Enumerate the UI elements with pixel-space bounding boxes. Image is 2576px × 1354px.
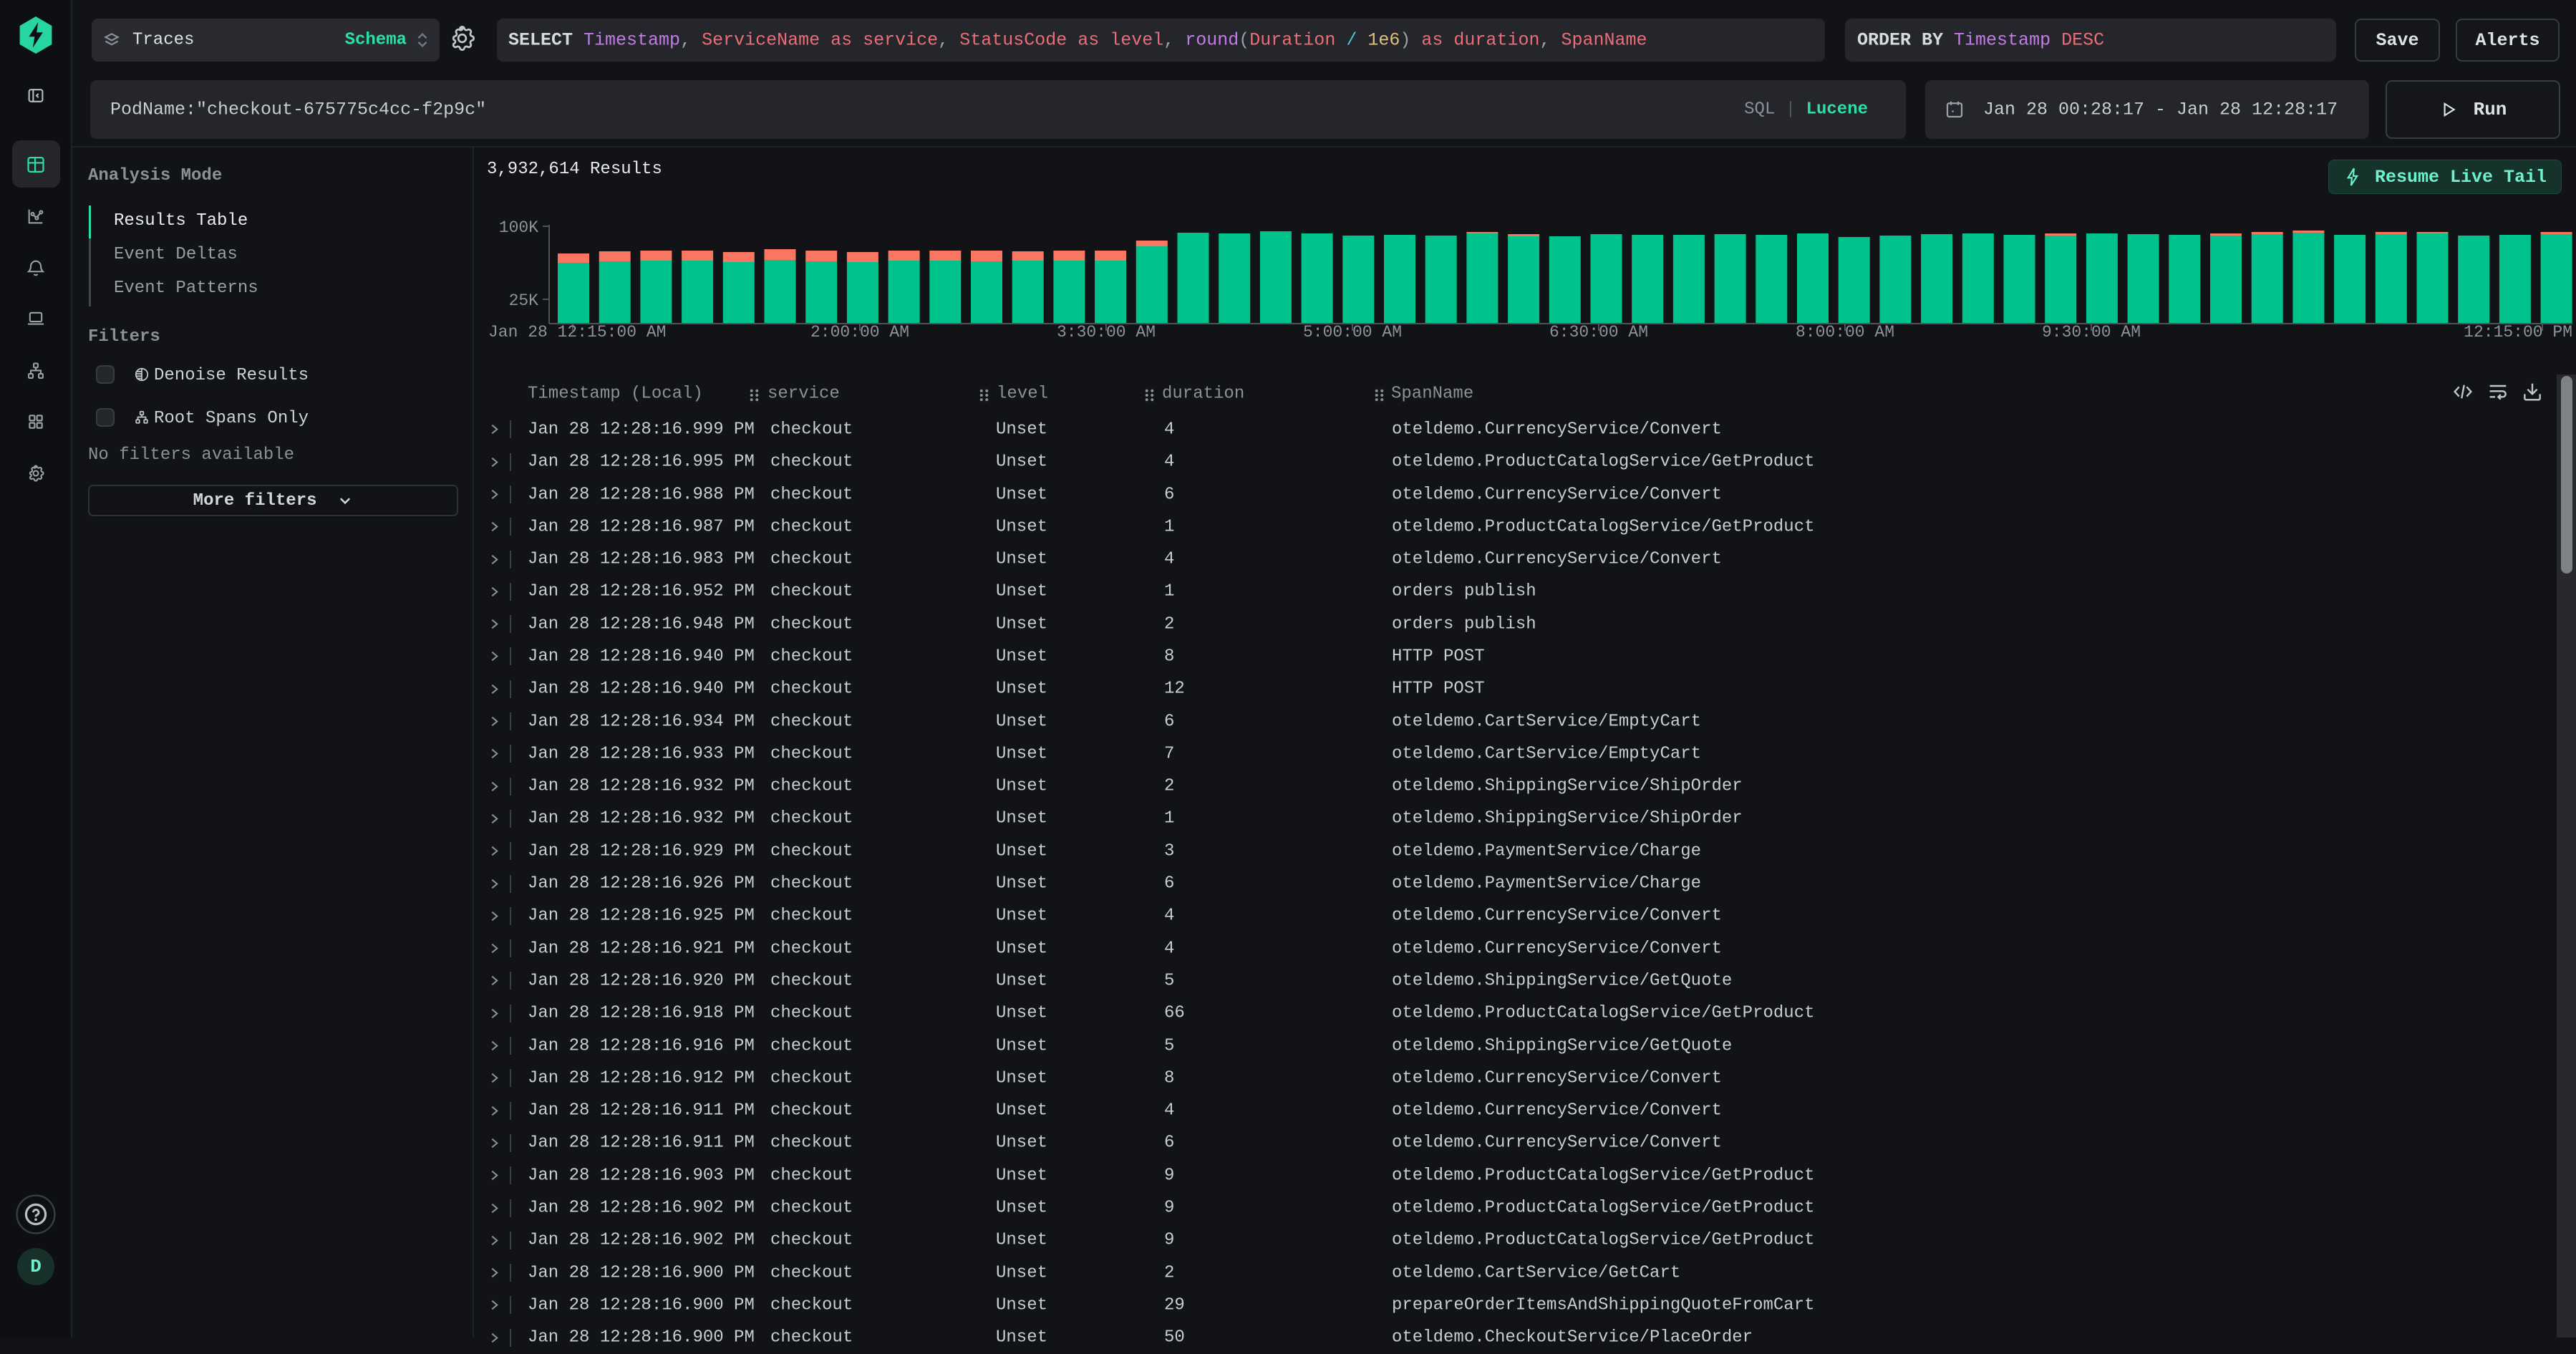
svg-text:8:00:00 AM: 8:00:00 AM	[1796, 323, 1894, 342]
svg-text:Jan 28 12:15:00 AM: Jan 28 12:15:00 AM	[488, 323, 666, 342]
svg-text:100K: 100K	[499, 218, 538, 237]
svg-text:9:30:00 AM: 9:30:00 AM	[2042, 323, 2141, 342]
svg-text:3:30:00 AM: 3:30:00 AM	[1057, 323, 1156, 342]
svg-text:6:30:00 AM: 6:30:00 AM	[1549, 323, 1648, 342]
svg-text:5:00:00 AM: 5:00:00 AM	[1303, 323, 1402, 342]
svg-text:2:00:00 AM: 2:00:00 AM	[810, 323, 909, 342]
svg-text:25K: 25K	[509, 291, 539, 310]
svg-text:12:15:00 PM: 12:15:00 PM	[2464, 323, 2572, 342]
